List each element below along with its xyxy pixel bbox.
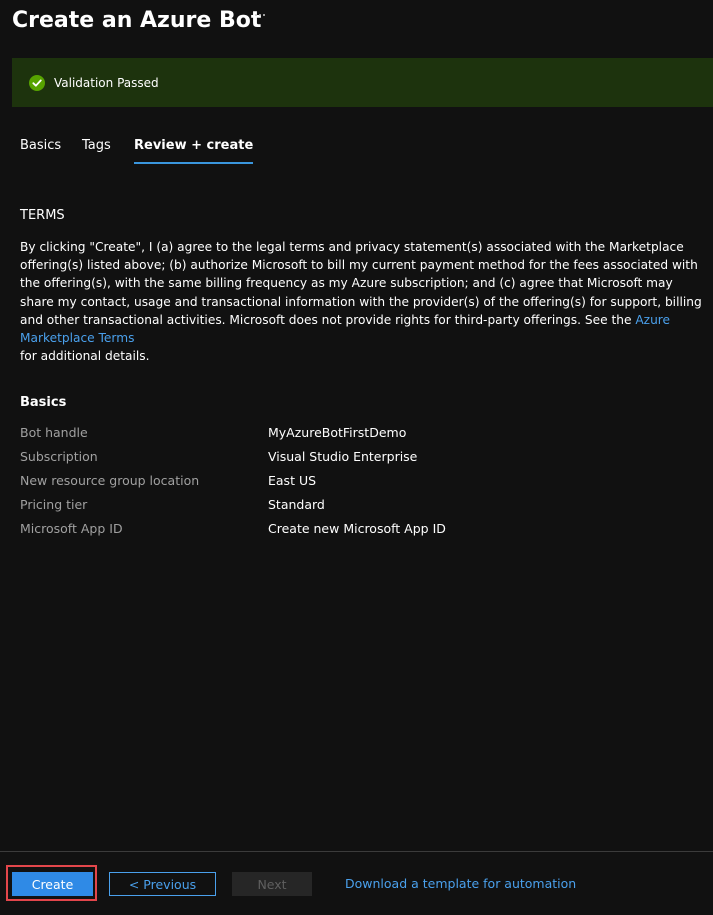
- more-ellipsis-icon[interactable]: [255, 14, 265, 16]
- check-circle-icon: [29, 74, 45, 91]
- summary-value: Visual Studio Enterprise: [268, 449, 418, 464]
- summary-label: Bot handle: [20, 425, 88, 440]
- page-title: Create an Azure Bot: [12, 7, 262, 33]
- footer-divider: [0, 851, 713, 852]
- terms-suffix-text: for additional details.: [20, 349, 150, 364]
- terms-text: By clicking "Create", I (a) agree to the…: [20, 238, 706, 365]
- summary-row-bot-handle: Bot handle MyAzureBotFirstDemo: [20, 425, 700, 449]
- create-azure-bot-page: Create an Azure Bot Validation Passed Ba…: [0, 0, 713, 915]
- summary-row-app-id: Microsoft App ID Create new Microsoft Ap…: [20, 521, 700, 545]
- download-template-link[interactable]: Download a template for automation: [345, 876, 576, 891]
- summary-value: Create new Microsoft App ID: [268, 521, 446, 536]
- summary-row-location: New resource group location East US: [20, 473, 700, 497]
- create-button[interactable]: Create: [12, 872, 93, 896]
- tab-basics[interactable]: Basics: [20, 138, 61, 164]
- validation-banner: Validation Passed: [12, 58, 713, 107]
- terms-heading: TERMS: [20, 208, 65, 223]
- basics-summary: Bot handle MyAzureBotFirstDemo Subscript…: [20, 425, 700, 545]
- summary-value: Standard: [268, 497, 325, 512]
- terms-body-text: By clicking "Create", I (a) agree to the…: [20, 240, 702, 327]
- summary-row-pricing-tier: Pricing tier Standard: [20, 497, 700, 521]
- next-button: Next: [232, 872, 312, 896]
- summary-label: Microsoft App ID: [20, 521, 123, 536]
- summary-label: Pricing tier: [20, 497, 88, 512]
- summary-value: MyAzureBotFirstDemo: [268, 425, 407, 440]
- previous-button[interactable]: < Previous: [109, 872, 216, 896]
- summary-value: East US: [268, 473, 317, 488]
- tab-tags[interactable]: Tags: [82, 138, 111, 164]
- summary-row-subscription: Subscription Visual Studio Enterprise: [20, 449, 700, 473]
- summary-label: Subscription: [20, 449, 98, 464]
- tab-review-create[interactable]: Review + create: [134, 138, 254, 164]
- validation-status-text: Validation Passed: [54, 75, 159, 90]
- summary-label: New resource group location: [20, 473, 200, 488]
- basics-section-heading: Basics: [20, 395, 67, 410]
- page-header: Create an Azure Bot: [12, 4, 261, 36]
